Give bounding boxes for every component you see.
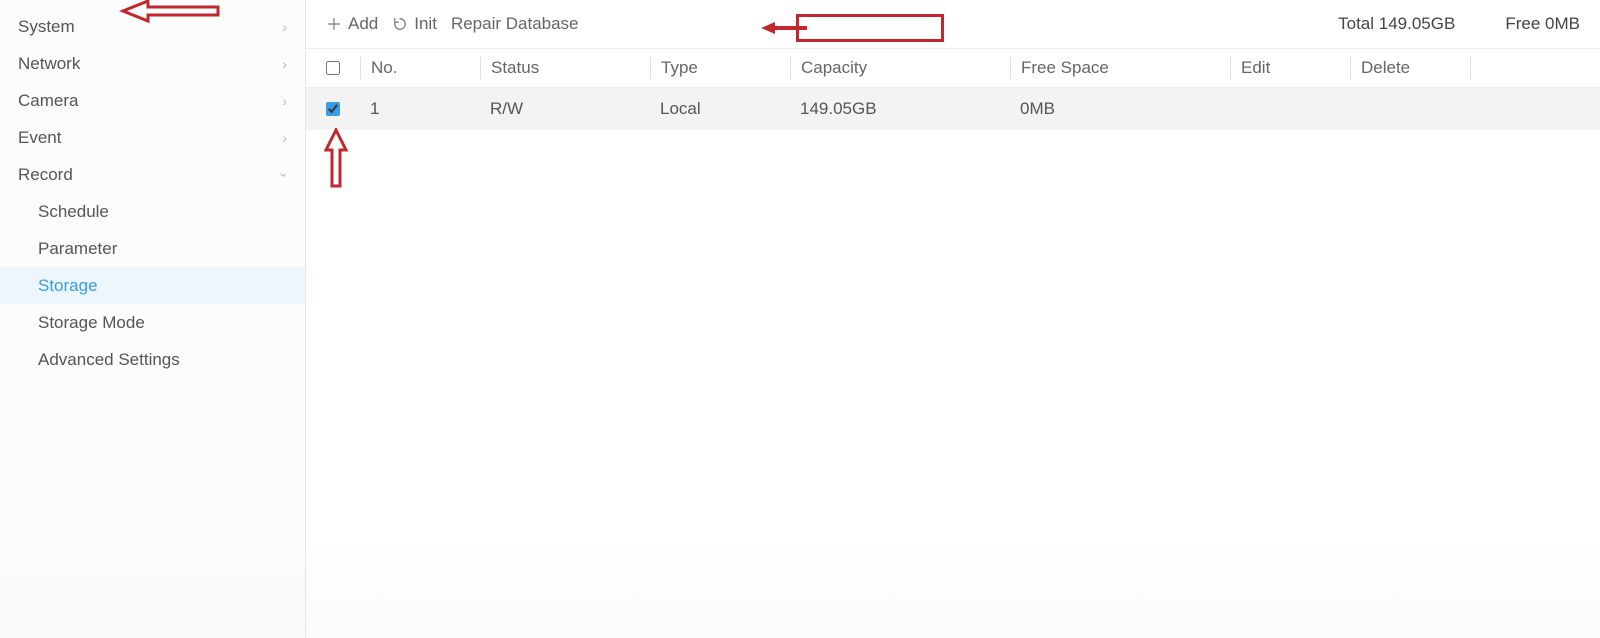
sidebar-item-label: Event	[18, 128, 61, 148]
init-button[interactable]: Init	[392, 14, 437, 34]
header-edit: Edit	[1230, 57, 1350, 79]
sidebar: System › Network › Camera › Event › Reco…	[0, 0, 306, 638]
sidebar-item-camera[interactable]: Camera ›	[0, 82, 305, 119]
sidebar-item-label: Storage	[38, 276, 98, 296]
cell-type: Local	[650, 99, 790, 119]
header-spacer	[1470, 57, 1520, 79]
add-button[interactable]: Add	[326, 14, 378, 34]
header-status: Status	[480, 57, 650, 79]
main-content: Add Init Repair Database Total 149.05GB	[306, 0, 1600, 638]
sidebar-item-label: Advanced Settings	[38, 350, 180, 370]
table-wrap: No. Status Type Capacity Free Space Edit…	[306, 48, 1600, 130]
sidebar-item-system[interactable]: System ›	[0, 8, 305, 45]
plus-icon	[326, 16, 342, 32]
sidebar-item-label: Record	[18, 165, 73, 185]
status-free-value: 0MB	[1545, 14, 1580, 33]
row-checkbox-cell	[306, 102, 360, 116]
chevron-right-icon: ›	[282, 130, 287, 146]
cell-free-space: 0MB	[1010, 99, 1230, 119]
annotation-arrow-init	[759, 20, 809, 36]
annotation-redbox-repair	[796, 14, 944, 42]
init-icon	[392, 16, 408, 32]
sidebar-item-label: Parameter	[38, 239, 117, 259]
sidebar-item-label: Schedule	[38, 202, 109, 222]
status-total-value: 149.05GB	[1379, 14, 1456, 33]
sidebar-item-label: System	[18, 17, 75, 37]
status-total: Total 149.05GB	[1338, 14, 1455, 34]
status-total-label: Total	[1338, 14, 1374, 33]
storage-table: No. Status Type Capacity Free Space Edit…	[306, 48, 1600, 130]
chevron-right-icon: ›	[282, 93, 287, 109]
status-free: Free 0MB	[1505, 14, 1580, 34]
sidebar-item-label: Network	[18, 54, 80, 74]
sidebar-item-advanced-settings[interactable]: Advanced Settings	[0, 341, 305, 378]
nav-list: System › Network › Camera › Event › Reco…	[0, 0, 305, 378]
header-type: Type	[650, 57, 790, 79]
sidebar-item-label: Camera	[18, 91, 78, 111]
sidebar-item-event[interactable]: Event ›	[0, 119, 305, 156]
sidebar-item-storage[interactable]: Storage	[0, 267, 305, 304]
cell-status: R/W	[480, 99, 650, 119]
header-free-space: Free Space	[1010, 57, 1230, 79]
chevron-right-icon: ›	[282, 19, 287, 35]
header-delete: Delete	[1350, 57, 1470, 79]
annotation-arrow-checkbox	[324, 128, 348, 193]
button-label: Repair Database	[451, 14, 579, 34]
cell-capacity: 149.05GB	[790, 99, 1010, 119]
sidebar-item-parameter[interactable]: Parameter	[0, 230, 305, 267]
select-all-checkbox[interactable]	[326, 61, 340, 75]
button-label: Init	[414, 14, 437, 34]
status-free-label: Free	[1505, 14, 1540, 33]
row-checkbox[interactable]	[326, 102, 340, 116]
sidebar-item-record[interactable]: Record ›	[0, 156, 305, 193]
table-header-row: No. Status Type Capacity Free Space Edit…	[306, 48, 1600, 88]
header-checkbox-cell	[306, 57, 360, 79]
sidebar-item-label: Storage Mode	[38, 313, 145, 333]
repair-database-button[interactable]: Repair Database	[451, 14, 579, 34]
cell-no: 1	[360, 99, 480, 119]
table-row[interactable]: 1 R/W Local 149.05GB 0MB	[306, 88, 1600, 130]
sidebar-item-schedule[interactable]: Schedule	[0, 193, 305, 230]
toolbar: Add Init Repair Database Total 149.05GB	[306, 0, 1600, 48]
button-label: Add	[348, 14, 378, 34]
toolbar-status: Total 149.05GB Free 0MB	[1338, 14, 1580, 34]
subnav-record: Schedule Parameter Storage Storage Mode …	[0, 193, 305, 378]
header-no: No.	[360, 57, 480, 79]
chevron-down-icon: ›	[277, 172, 293, 177]
sidebar-item-storage-mode[interactable]: Storage Mode	[0, 304, 305, 341]
header-capacity: Capacity	[790, 57, 1010, 79]
sidebar-item-network[interactable]: Network ›	[0, 45, 305, 82]
chevron-right-icon: ›	[282, 56, 287, 72]
